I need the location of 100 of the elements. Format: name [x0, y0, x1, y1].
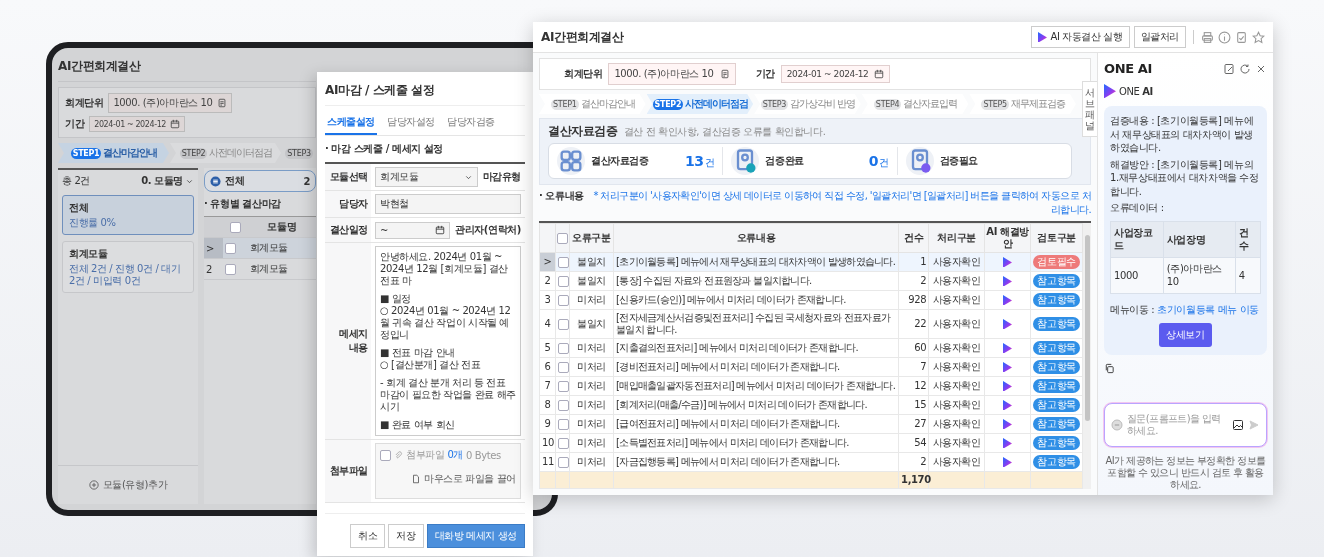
review-badge: 참고항목	[1033, 398, 1080, 412]
message-line: ■ 전표 마감 안내	[380, 347, 456, 359]
table-row[interactable]: 3 미처리 [신용카드(승인)] 메뉴에서 미처리 데이터가 존재합니다. 928 사용자확인 참고항목	[539, 290, 1083, 310]
module-card[interactable]: 전체 진행률 0%	[62, 195, 194, 235]
step-tab[interactable]: STEP4 결산자료입력	[861, 94, 969, 114]
four-squares-icon	[557, 147, 585, 175]
table-cell: 불일치	[569, 271, 614, 291]
step-badge: STEP2	[179, 147, 208, 159]
file-drop-area[interactable]: 첨부파일 0개 0 Bytes 마우스로 파일을 끌어	[375, 443, 521, 499]
field-label: 기간	[755, 67, 775, 81]
checkbox[interactable]	[229, 221, 241, 233]
step-tab[interactable]: STEP2 사전데이터점검	[170, 143, 281, 163]
document-check-icon[interactable]	[1235, 30, 1248, 44]
table-cell: 미처리	[569, 290, 614, 310]
tab[interactable]: 담당자설정	[385, 112, 438, 135]
toolbar-button[interactable]: 일괄처리	[1133, 26, 1186, 48]
input-field[interactable]: ~	[375, 221, 451, 239]
star-icon[interactable]	[1252, 30, 1265, 44]
detail-button[interactable]: 상세보기	[1159, 323, 1212, 348]
review-badge: 참고항목	[1033, 436, 1080, 450]
step-tab[interactable]: STEP3 감가상각비 반영	[754, 94, 861, 114]
copy-icon[interactable]	[1104, 363, 1115, 375]
table-cell: [매입매출일괄자동전표처리] 메뉴에서 미처리 데이터가 존재합니다.	[613, 376, 899, 396]
input-field[interactable]: 2024-01 ~ 2024-12	[89, 116, 186, 132]
table-row[interactable]: 8 미처리 [회계처리(매출/수금)] 메뉴에서 미처리 데이터가 존재합니다. 15 사용자확인 참고항목	[539, 395, 1083, 415]
sort-dropdown[interactable]: 0. 모듈명	[141, 174, 194, 188]
image-icon[interactable]	[1232, 419, 1244, 431]
input-field[interactable]: 1000. (주)아마란스 10	[608, 63, 736, 85]
module-card[interactable]: 회계모듈 전체 2건 / 진행 0건 / 대기 2건 / 미입력 0건	[62, 241, 194, 293]
table-cell: 사용자확인	[928, 309, 985, 339]
table-cell: 사용자확인	[928, 357, 985, 377]
checkbox[interactable]	[557, 232, 568, 244]
field-label: 첨부파일	[325, 440, 371, 503]
side-panel-tab[interactable]: 서브패널	[1082, 81, 1097, 137]
add-module-button[interactable]: 모듈(유형)추가	[58, 465, 198, 504]
checkbox[interactable]	[558, 275, 569, 287]
printer-icon[interactable]	[1201, 30, 1214, 44]
tab[interactable]: 담당자검증	[445, 112, 498, 135]
message-text: 오류데이터 :	[1110, 201, 1165, 215]
select-field[interactable]: 회계모듈	[375, 167, 478, 187]
info-icon[interactable]	[1218, 30, 1231, 44]
table-cell: [전자세금계산서검증및전표처리] 수집된 국세청자료와 전표자료가 불일치 합니다.	[613, 309, 899, 339]
step-tab[interactable]: STEP1 결산마감안내	[58, 143, 169, 163]
message-textarea[interactable]: 안녕하세요. 2024년 01월 ~ 2024년 12월 [회계모듈] 결산 전표 마 ■ 일정 ○ 2024년 01월 ~ 2024년 12월 귀속 결산 작업이 시작될 예정입니 ■ 전표 마감 안내 ○ [결산분개] 결산 전표 - 회계 결산 분개 처리 등 전표 마감이 필요한 작업을 완료 해주시기 ■ 완료 여부 회신	[375, 246, 521, 436]
field-label: 회계단위	[65, 96, 104, 110]
table-row[interactable]: 5 미처리 [지출결의전표처리] 메뉴에서 미처리 데이터가 존재합니다. 60 사용자확인 참고항목	[539, 338, 1083, 358]
table-row[interactable]: 7 미처리 [매입매출일괄자동전표처리] 메뉴에서 미처리 데이터가 존재합니다. 12 사용자확인 참고항목	[539, 376, 1083, 396]
table-row[interactable]: 6 미처리 [경비전표처리] 메뉴에서 미처리 데이터가 존재합니다. 7 사용자확인 참고항목	[539, 357, 1083, 377]
refresh-icon[interactable]	[1239, 62, 1251, 75]
chat-input-bar[interactable]: 질문(프롬프트)을 입력하세요.	[1104, 403, 1267, 447]
row-marker: 10	[539, 433, 556, 453]
checkbox[interactable]	[380, 449, 391, 461]
step-badge: STEP1	[70, 147, 102, 159]
table-row[interactable]: 2 불일치 [통장] 수집된 자료와 전표원장과 불일치합니다. 2 사용자확인 참고항목	[539, 271, 1083, 291]
table-cell: 60	[898, 338, 929, 358]
table-row[interactable]: 4 불일치 [전자세금계산서검증및전표처리] 수집된 국세청자료와 전표자료가 불일치 합니다. 22 사용자확인 참고항목	[539, 309, 1083, 339]
table-row[interactable]: 11 미처리 [자금집행등록] 메뉴에서 미처리 데이터가 존재합니다. 2 사용자확인 참고항목	[539, 452, 1083, 472]
module-name: 회계모듈	[69, 247, 109, 261]
table-row[interactable]: > 불일치 [초기이월등록] 메뉴에서 재무상태표의 대차차액이 발생하였습니다. 1 사용자확인 검토필수	[539, 252, 1083, 272]
section-title: 결산자료검증	[548, 123, 618, 140]
drop-hint: 마우스로 파일을 끌어	[424, 472, 516, 486]
table-row[interactable]: 10 미처리 [소득별전표처리] 메뉴에서 미처리 데이터가 존재합니다. 54 사용자확인 참고항목	[539, 433, 1083, 453]
table-cell: 2	[898, 271, 929, 291]
table-row[interactable]: 9 미처리 [급여전표처리] 메뉴에서 미처리 데이터가 존재합니다. 27 사용자확인 참고항목	[539, 414, 1083, 434]
menu-link[interactable]: 초기이월등록 메뉴 이동	[1157, 302, 1259, 317]
checkbox[interactable]	[558, 361, 569, 373]
input-field[interactable]: 박현철	[375, 194, 521, 214]
table-cell: 미처리	[569, 433, 614, 453]
checkbox[interactable]	[558, 256, 569, 268]
checkbox[interactable]	[558, 380, 569, 392]
checkbox[interactable]	[558, 318, 569, 330]
review-badge: 참고항목	[1033, 379, 1080, 393]
scrollbar[interactable]	[1083, 223, 1091, 489]
checkbox[interactable]	[558, 418, 569, 430]
input-field[interactable]: 1000. (주)아마란스 10	[108, 93, 232, 113]
send-icon[interactable]	[1248, 419, 1260, 431]
step-tab[interactable]: STEP2 사전데이터점검	[646, 94, 754, 114]
checkbox[interactable]	[225, 263, 237, 275]
toolbar-button[interactable]: AI 자동결산 실행	[1031, 26, 1130, 48]
list-circle-icon	[210, 175, 221, 187]
step-tab[interactable]: STEP1 결산마감안내	[539, 94, 646, 114]
triangle-logo-icon	[1003, 399, 1013, 411]
checkbox[interactable]	[225, 242, 237, 254]
checkbox[interactable]	[558, 342, 569, 354]
prompt-input[interactable]: 질문(프롬프트)을 입력하세요.	[1127, 413, 1228, 437]
document-check-icon	[731, 147, 760, 175]
table-cell: 미처리	[569, 414, 614, 434]
new-chat-icon[interactable]	[1223, 62, 1235, 75]
tab[interactable]: 스케줄설정	[325, 112, 377, 135]
checkbox[interactable]	[558, 437, 569, 449]
document-check-icon	[905, 147, 934, 175]
all-filter-bar[interactable]: 전체 2	[204, 170, 316, 192]
checkbox[interactable]	[558, 399, 569, 411]
dialog-button[interactable]: 취소	[350, 524, 386, 548]
input-field[interactable]: 2024-01 ~ 2024-12	[780, 65, 891, 83]
dialog-button[interactable]: 저장	[388, 524, 424, 548]
checkbox[interactable]	[558, 294, 569, 306]
triangle-logo-icon	[1003, 256, 1013, 268]
step-tab[interactable]: STEP5 재무제표검증	[969, 94, 1076, 114]
checkbox[interactable]	[558, 456, 569, 468]
